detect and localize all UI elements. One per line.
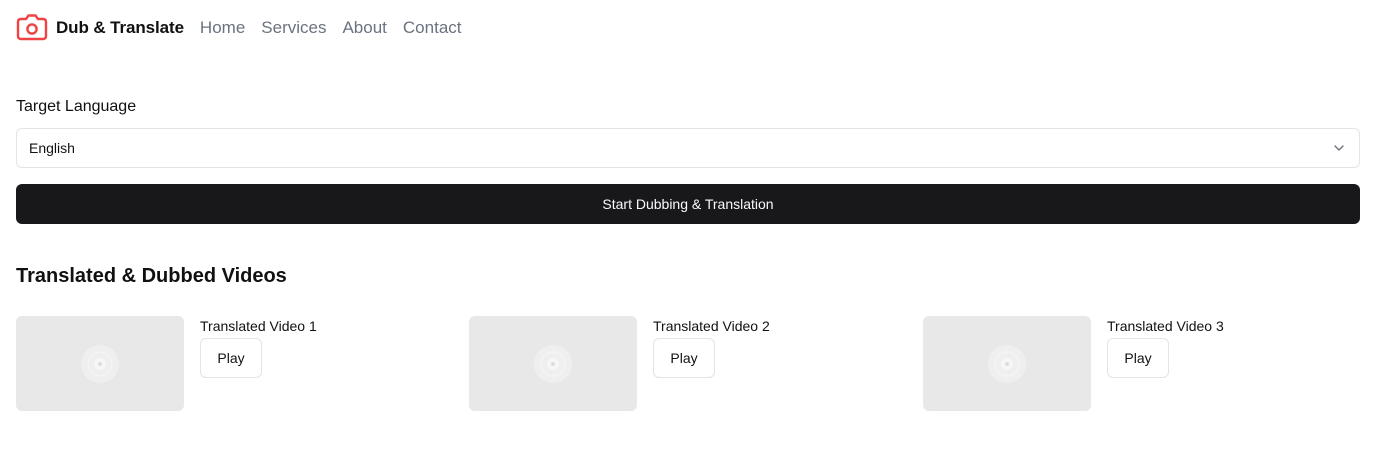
- video-placeholder-icon: [988, 344, 1026, 383]
- header: Dub & Translate Home Services About Cont…: [16, 12, 478, 44]
- video-placeholder-icon: [81, 344, 119, 383]
- play-button[interactable]: Play: [200, 338, 262, 378]
- nav-link-contact[interactable]: Contact: [403, 18, 462, 38]
- video-title: Translated Video 3: [1107, 318, 1224, 334]
- brand-name[interactable]: Dub & Translate: [56, 18, 184, 38]
- video-card: Translated Video 3 Play: [923, 316, 1224, 411]
- video-title: Translated Video 2: [653, 318, 770, 334]
- nav-link-home[interactable]: Home: [200, 18, 245, 38]
- nav-link-about[interactable]: About: [342, 18, 386, 38]
- video-thumbnail[interactable]: [16, 316, 184, 411]
- camera-icon[interactable]: [16, 14, 48, 42]
- video-info: Translated Video 2 Play: [653, 316, 770, 411]
- video-info: Translated Video 1 Play: [200, 316, 317, 411]
- main-nav: Home Services About Contact: [200, 18, 478, 38]
- target-language-select[interactable]: English: [16, 128, 1360, 168]
- chevron-down-icon: [1331, 140, 1347, 156]
- play-button[interactable]: Play: [653, 338, 715, 378]
- video-card: Translated Video 1 Play: [16, 316, 317, 411]
- video-title: Translated Video 1: [200, 318, 317, 334]
- video-info: Translated Video 3 Play: [1107, 316, 1224, 411]
- nav-link-services[interactable]: Services: [261, 18, 326, 38]
- start-dubbing-button[interactable]: Start Dubbing & Translation: [16, 184, 1360, 224]
- section-title: Translated & Dubbed Videos: [16, 265, 287, 287]
- video-card: Translated Video 2 Play: [469, 316, 770, 411]
- page: Dub & Translate Home Services About Cont…: [0, 0, 1376, 475]
- target-language-label: Target Language: [16, 98, 137, 115]
- target-language-value: English: [29, 140, 75, 156]
- play-button[interactable]: Play: [1107, 338, 1169, 378]
- video-thumbnail[interactable]: [923, 316, 1091, 411]
- video-placeholder-icon: [534, 344, 572, 383]
- video-thumbnail[interactable]: [469, 316, 637, 411]
